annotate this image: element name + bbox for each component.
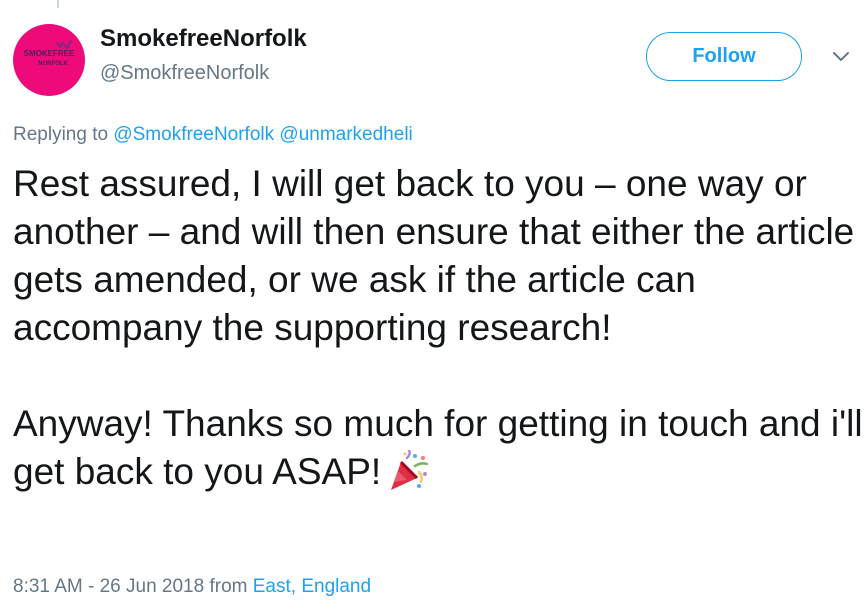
chevron-down-icon	[833, 52, 849, 61]
avatar-text-bottom: NORFOLK	[38, 61, 68, 67]
tweet-paragraph: Rest assured, I will get back to you – o…	[13, 163, 855, 348]
party-popper-icon	[385, 448, 429, 506]
user-handle[interactable]: @SmokfreeNorfolk	[100, 62, 269, 85]
tweet-text: Rest assured, I will get back to you – o…	[13, 160, 863, 506]
location-link[interactable]: East, England	[253, 576, 371, 597]
display-name[interactable]: SmokefreeNorfolk	[100, 25, 307, 53]
mention-link[interactable]: @SmokfreeNorfolk	[113, 124, 274, 145]
tweet-menu-button[interactable]	[828, 44, 854, 70]
follow-button[interactable]: Follow	[646, 32, 802, 81]
from-label: from	[209, 576, 248, 597]
thread-connector	[57, 0, 59, 8]
tweet-card: SMOKEFREE NORFOLK SmokefreeNorfolk @Smok…	[0, 0, 868, 612]
mention-link[interactable]: @unmarkedheli	[279, 124, 412, 145]
avatar-text-top: SMOKEFREE	[24, 49, 75, 58]
tweet-paragraph-text: Anyway! Thanks so much for getting in to…	[13, 403, 863, 492]
avatar[interactable]: SMOKEFREE NORFOLK	[13, 24, 85, 96]
tweet-meta: 8:31 AM - 26 Jun 2018 from East, England	[13, 576, 371, 598]
timestamp[interactable]: 8:31 AM - 26 Jun 2018	[13, 576, 204, 597]
smokefree-norfolk-logo: SMOKEFREE NORFOLK	[24, 40, 75, 67]
replying-to: Replying to @SmokfreeNorfolk @unmarkedhe…	[13, 124, 413, 146]
tweet-paragraph: Anyway! Thanks so much for getting in to…	[13, 400, 863, 506]
replying-to-label: Replying to	[13, 124, 109, 145]
